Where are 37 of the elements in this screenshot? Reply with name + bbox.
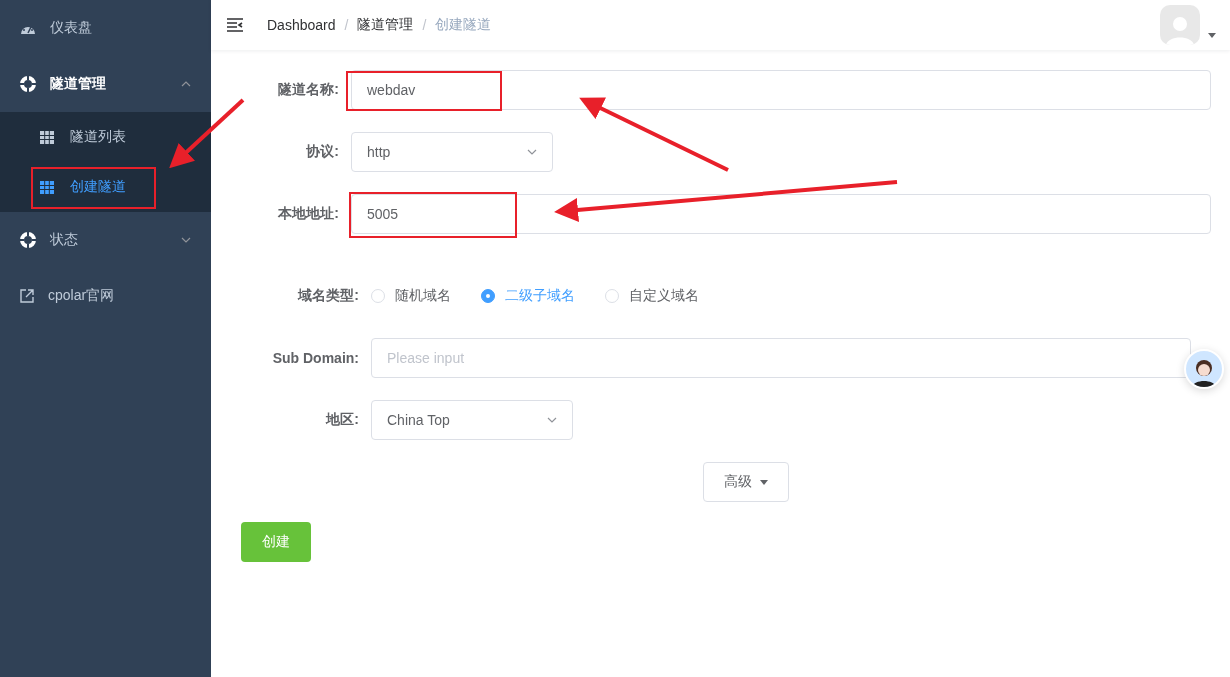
input-field[interactable]: webdav	[351, 70, 1211, 110]
table-icon	[40, 180, 54, 194]
breadcrumb-item[interactable]: 隧道管理	[357, 16, 414, 34]
breadcrumb-item: 创建隧道	[435, 16, 492, 34]
sidebar-item[interactable]: 状态	[0, 212, 211, 268]
sidebar-item[interactable]: 隧道管理	[0, 56, 211, 112]
caret-icon[interactable]	[1208, 32, 1216, 38]
chevron-icon	[527, 149, 537, 155]
field-label: 域名类型:	[296, 287, 360, 305]
select-field[interactable]: China Top	[371, 400, 573, 440]
lifebuoy-icon	[20, 232, 36, 248]
table-icon	[40, 130, 54, 144]
submenu-item[interactable]: 隧道列表	[0, 112, 211, 162]
external-link-icon	[20, 289, 34, 303]
input-field[interactable]: 5005	[351, 194, 1211, 234]
breadcrumb-separator: /	[422, 17, 427, 33]
breadcrumb-item[interactable]: Dashboard	[267, 17, 336, 33]
lifebuoy-icon	[20, 76, 36, 92]
chevron-icon	[181, 81, 191, 87]
select-field[interactable]: http	[351, 132, 553, 172]
sidebar-item[interactable]: 仪表盘	[0, 0, 211, 56]
radio-option[interactable]: 随机域名	[371, 287, 451, 305]
field-label: 地区:	[324, 411, 360, 429]
breadcrumb-separator: /	[344, 17, 349, 33]
advanced-button[interactable]: 高级	[703, 462, 789, 502]
radio-option[interactable]: 自定义域名	[605, 287, 699, 305]
menu-icon[interactable]	[227, 18, 243, 32]
sidebar-item[interactable]: cpolar官网	[0, 268, 211, 324]
chevron-icon	[181, 237, 191, 243]
field-label: 隧道名称:	[277, 81, 340, 99]
caret-icon	[760, 479, 768, 485]
field-label: 本地地址:	[277, 205, 340, 223]
chevron-icon	[547, 417, 557, 423]
field-label: Sub Domain:	[271, 350, 360, 366]
assistant-avatar[interactable]	[1184, 349, 1224, 389]
submenu-item[interactable]: 创建隧道	[0, 162, 211, 212]
field-label: 协议:	[305, 143, 340, 161]
